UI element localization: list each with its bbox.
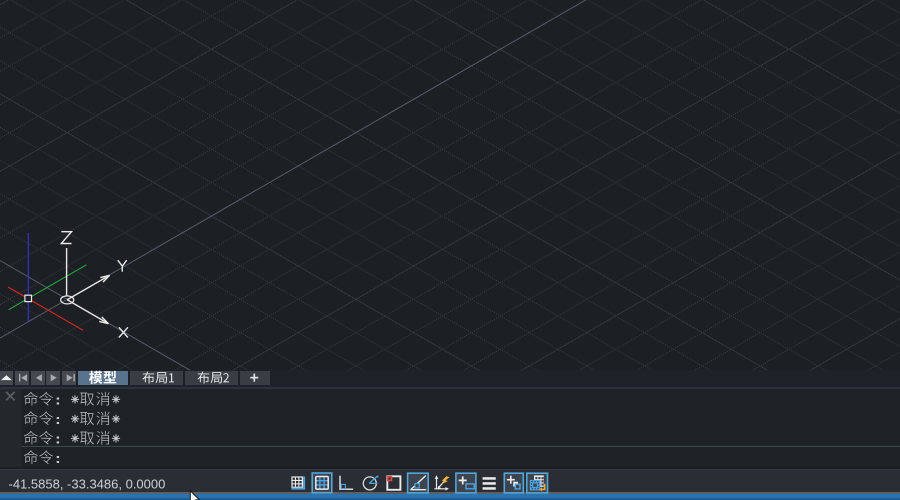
svg-text:-41.5858, -33.3486, 0.0000: -41.5858, -33.3486, 0.0000 <box>9 476 166 491</box>
